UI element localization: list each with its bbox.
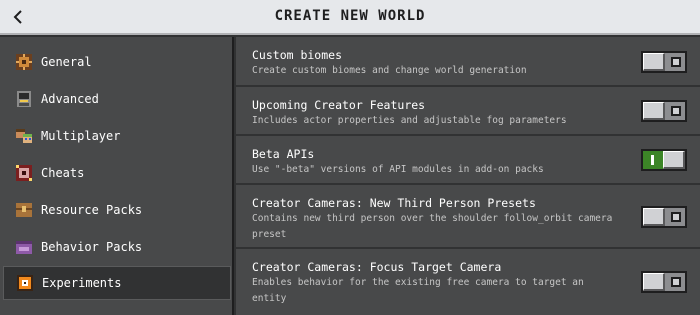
toggle-knob [643, 208, 665, 226]
custom-biomes-toggle[interactable] [641, 51, 687, 73]
sidebar-item-cheats[interactable]: Cheats [3, 156, 231, 190]
sidebar-item-general[interactable]: General [3, 45, 231, 79]
experiments-panel: Custom biomes Create custom biomes and c… [236, 37, 700, 315]
resource-packs-icon [16, 203, 32, 217]
toggle-off-icon [671, 277, 681, 287]
cheats-icon [16, 165, 32, 181]
setting-row: Custom biomes Create custom biomes and c… [236, 37, 700, 87]
setting-description: Use "-beta" versions of API modules in a… [252, 164, 544, 175]
advanced-icon [17, 91, 31, 107]
setting-description: Includes actor properties and adjustable… [252, 115, 567, 126]
behavior-packs-icon [16, 241, 32, 254]
toggle-off-icon [671, 57, 681, 67]
toggle-knob [643, 102, 665, 120]
sidebar-item-label: Experiments [42, 276, 122, 290]
toggle-knob [643, 273, 665, 291]
toggle-knob [663, 151, 685, 169]
general-icon [16, 54, 32, 70]
upcoming-creator-features-toggle[interactable] [641, 100, 687, 122]
sidebar-item-experiments[interactable]: Experiments [3, 266, 231, 300]
sidebar-item-behavior-packs[interactable]: Behavior Packs [3, 230, 231, 264]
sidebar-item-resource-packs[interactable]: Resource Packs [3, 193, 231, 227]
multiplayer-icon [16, 129, 32, 143]
toggle-off-icon [671, 106, 681, 116]
sidebar-item-label: Resource Packs [41, 203, 143, 217]
beta-apis-toggle[interactable] [641, 149, 687, 171]
sidebar-item-label: Behavior Packs [41, 240, 143, 254]
toggle-off-icon [671, 212, 681, 222]
sidebar-item-advanced[interactable]: Advanced [3, 82, 231, 116]
header-bar: CREATE NEW WORLD [0, 0, 700, 35]
sidebar: General Advanced Multiplayer Cheats Reso… [0, 37, 234, 315]
setting-description: Enables behavior for the existing free c… [252, 277, 584, 304]
setting-row: Creator Cameras: New Third Person Preset… [236, 185, 700, 249]
setting-description: Create custom biomes and change world ge… [252, 65, 527, 76]
setting-title: Upcoming Creator Features [252, 98, 426, 112]
sidebar-item-label: Cheats [41, 166, 85, 180]
sidebar-item-label: Advanced [41, 92, 99, 106]
focus-target-camera-toggle[interactable] [641, 271, 687, 293]
toggle-knob [643, 53, 665, 71]
setting-description: Contains new third person over the shoul… [252, 213, 613, 240]
setting-title: Custom biomes [252, 48, 343, 62]
setting-row: Beta APIs Use "-beta" versions of API mo… [236, 136, 700, 185]
setting-row: Upcoming Creator Features Includes actor… [236, 87, 700, 136]
sidebar-item-label: General [41, 55, 92, 69]
page-title: CREATE NEW WORLD [274, 8, 426, 24]
setting-title: Beta APIs [252, 147, 315, 161]
setting-title: Creator Cameras: Focus Target Camera [252, 260, 502, 274]
sidebar-item-multiplayer[interactable]: Multiplayer [3, 119, 231, 153]
setting-row: Creator Cameras: Focus Target Camera Ena… [236, 249, 700, 315]
toggle-on-icon [651, 155, 654, 165]
experiments-icon [17, 275, 33, 291]
third-person-presets-toggle[interactable] [641, 206, 687, 228]
setting-title: Creator Cameras: New Third Person Preset… [252, 196, 536, 210]
sidebar-item-label: Multiplayer [41, 129, 121, 143]
